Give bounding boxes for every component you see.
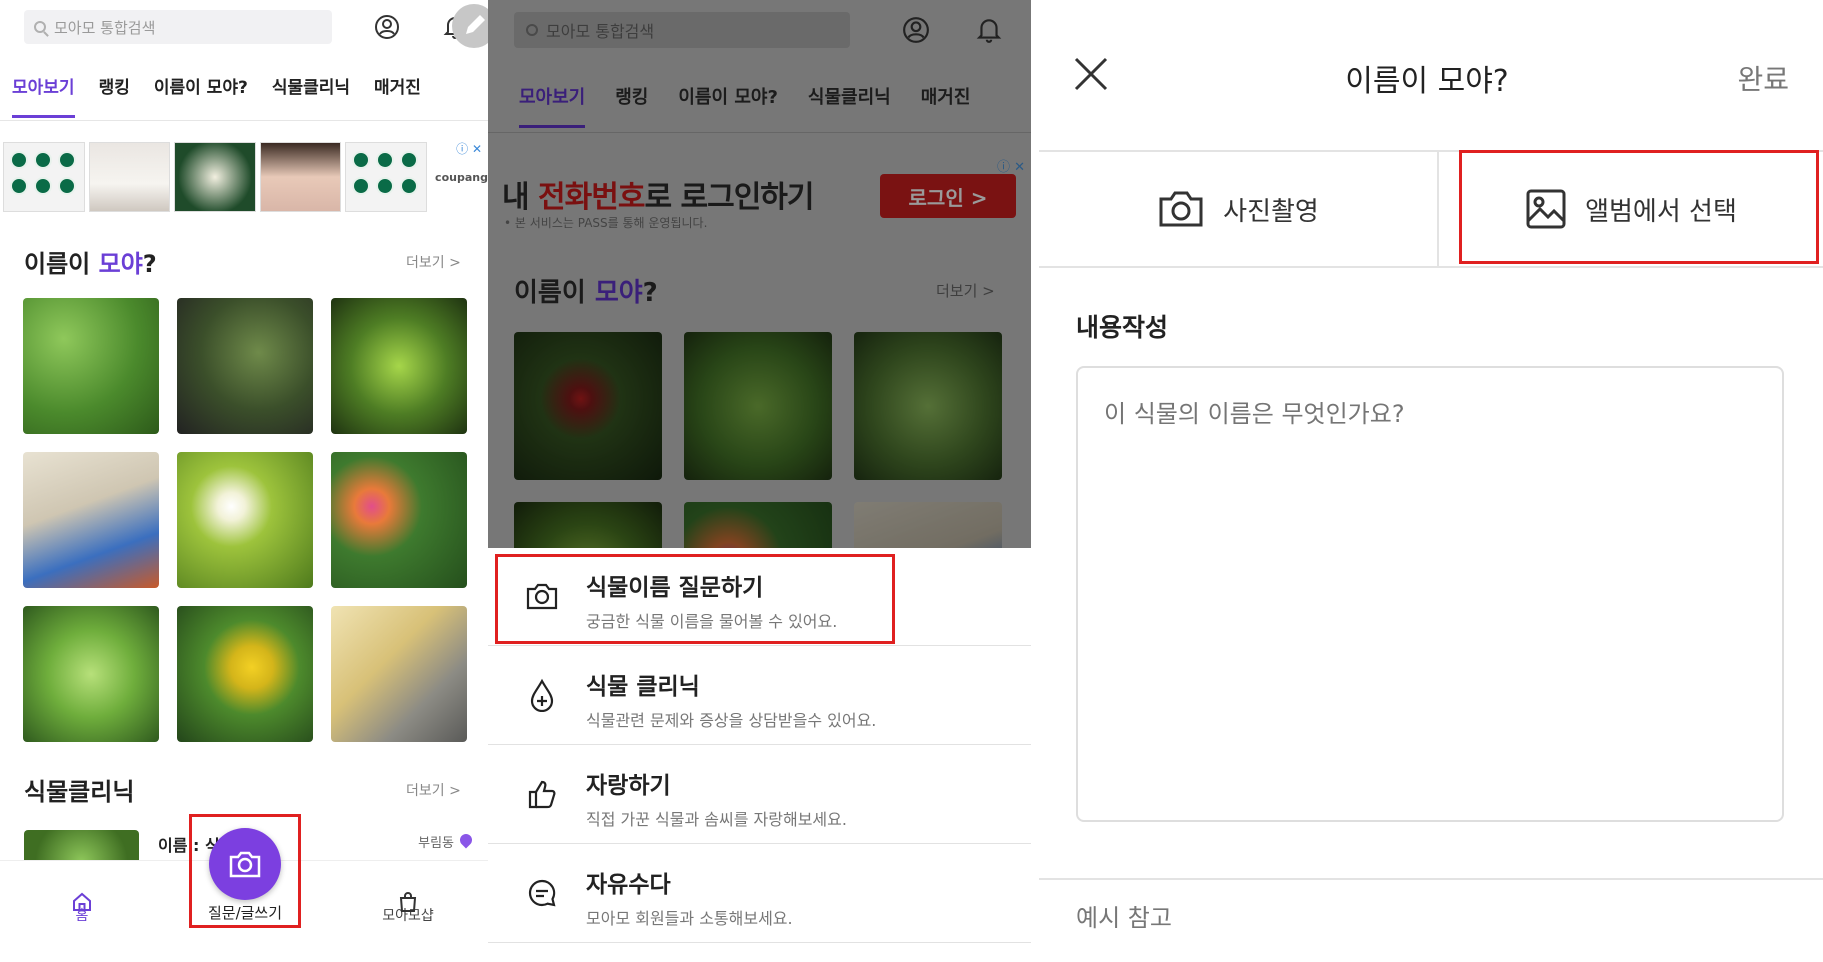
tab-magazine[interactable]: 매거진 bbox=[362, 62, 433, 120]
search-icon bbox=[34, 21, 46, 33]
nav-shop[interactable]: 모아모샵 bbox=[348, 875, 468, 925]
ad-product-image bbox=[174, 142, 256, 212]
profile-icon bbox=[902, 16, 930, 48]
tab-plant-clinic[interactable]: 식물클리닉 bbox=[260, 62, 362, 120]
menu-item-plant-clinic[interactable]: 식물 클리닉 식물관련 문제와 증상을 상담받을수 있어요. bbox=[488, 647, 1031, 745]
take-photo-button[interactable]: 사진촬영 bbox=[1039, 152, 1437, 266]
plant-photo[interactable] bbox=[331, 298, 467, 434]
plant-photo[interactable] bbox=[23, 606, 159, 742]
plant-photo[interactable] bbox=[331, 452, 467, 588]
drop-plus-icon bbox=[524, 677, 560, 713]
chat-icon bbox=[524, 875, 560, 911]
home-screen: 모아모 통합검색 모아보기 랭킹 이름이 모야? 식물클리닉 매거진 coupa… bbox=[0, 0, 488, 962]
tab-magazine: 매거진 bbox=[920, 87, 971, 108]
tab-ranking: 랭킹 bbox=[615, 87, 649, 108]
pencil-icon bbox=[466, 15, 485, 34]
menu-item-title: 자랑하기 bbox=[586, 773, 671, 799]
tab-ranking[interactable]: 랭킹 bbox=[87, 62, 142, 120]
content-textarea[interactable] bbox=[1076, 366, 1784, 822]
example-reference-link[interactable]: 예시 참고 bbox=[1076, 898, 1172, 933]
clinic-location: 부림동 bbox=[418, 836, 454, 851]
ad-info-icon[interactable]: ⓘ ✕ bbox=[456, 140, 482, 157]
section-title-name-question: 이름이 모야? bbox=[24, 250, 157, 278]
plant-photo[interactable] bbox=[177, 606, 313, 742]
location-pin-icon bbox=[457, 831, 474, 849]
top-tabs: 모아보기 랭킹 이름이 모야? 식물클리닉 매거진 bbox=[504, 72, 985, 132]
thumbs-up-icon bbox=[524, 776, 560, 812]
plant-photo[interactable] bbox=[331, 606, 467, 742]
tab-name-question: 이름이 모야? bbox=[678, 87, 778, 108]
plant-photo bbox=[684, 332, 832, 480]
search-placeholder: 모아모 통합검색 bbox=[54, 18, 156, 37]
divider bbox=[1039, 878, 1823, 880]
tab-moabogi[interactable]: 모아보기 bbox=[0, 62, 87, 120]
ad-product-image bbox=[345, 142, 428, 212]
tab-moabogi: 모아보기 bbox=[504, 72, 600, 132]
divider bbox=[0, 120, 488, 121]
highlight-box bbox=[495, 554, 895, 644]
highlight-box bbox=[1459, 150, 1819, 264]
edit-fab[interactable] bbox=[452, 4, 488, 48]
section-title-clinic: 식물클리닉 bbox=[24, 778, 135, 806]
dimmed-overlay[interactable]: 모아모 통합검색 모아보기 랭킹 이름이 모야? 식물클리닉 매거진 ⓘ ✕ 내… bbox=[488, 0, 1031, 650]
plant-photo[interactable] bbox=[177, 298, 313, 434]
ad-subtext: • 본 서비스는 PASS를 통해 운영됩니다. bbox=[504, 216, 708, 230]
plant-photo[interactable] bbox=[23, 298, 159, 434]
ad-product-image bbox=[259, 142, 342, 212]
photo-grid bbox=[23, 298, 470, 742]
plant-photo bbox=[854, 332, 1002, 480]
search-placeholder: 모아모 통합검색 bbox=[546, 22, 655, 41]
nav-home[interactable]: 홈 bbox=[22, 875, 142, 925]
take-photo-label: 사진촬영 bbox=[1223, 196, 1319, 227]
plant-photo bbox=[514, 332, 662, 480]
bell-icon bbox=[976, 16, 1002, 48]
ad-headline: 내 전화번호로 로그인하기 bbox=[502, 180, 815, 215]
menu-item-title: 식물 클리닉 bbox=[586, 674, 700, 700]
more-link: 더보기 > bbox=[936, 282, 995, 300]
camera-icon bbox=[1159, 191, 1203, 227]
clinic-thumbnail bbox=[24, 830, 139, 862]
ad-info-icon: ⓘ ✕ bbox=[996, 160, 1025, 175]
tab-plant-clinic: 식물클리닉 bbox=[807, 87, 891, 108]
write-menu-screen: 모아모 통합검색 모아보기 랭킹 이름이 모야? 식물클리닉 매거진 ⓘ ✕ 내… bbox=[488, 0, 1031, 962]
page-title: 이름이 모야? bbox=[1345, 64, 1509, 99]
highlight-box bbox=[189, 814, 301, 928]
menu-item-show-off[interactable]: 자랑하기 직접 가꾼 식물과 솜씨를 자랑해보세요. bbox=[488, 746, 1031, 844]
menu-item-free-talk[interactable]: 자유수다 모아모 회원들과 소통해보세요. bbox=[488, 845, 1031, 943]
menu-item-subtitle: 모아모 회원들과 소통해보세요. bbox=[586, 909, 793, 928]
ad-login-button: 로그인 > bbox=[880, 174, 1016, 218]
ad-brand: coupang bbox=[435, 170, 488, 184]
menu-item-title: 자유수다 bbox=[586, 872, 671, 898]
shopping-bag-icon bbox=[399, 892, 417, 912]
name-question-compose-screen: 이름이 모야? 완료 사진촬영 앨범에서 선택 내용작성 예시 참고 bbox=[1031, 0, 1823, 962]
search-input: 모아모 통합검색 bbox=[514, 12, 850, 48]
search-input[interactable]: 모아모 통합검색 bbox=[24, 10, 332, 44]
section-title-name-question: 이름이 모야? bbox=[514, 278, 658, 308]
done-button[interactable]: 완료 bbox=[1737, 58, 1789, 98]
ad-banner[interactable]: coupang bbox=[0, 140, 488, 214]
more-link[interactable]: 더보기 > bbox=[406, 252, 461, 272]
home-icon bbox=[73, 892, 91, 911]
plant-photo[interactable] bbox=[177, 452, 313, 588]
top-tabs: 모아보기 랭킹 이름이 모야? 식물클리닉 매거진 bbox=[0, 62, 433, 120]
tab-name-question[interactable]: 이름이 모야? bbox=[142, 62, 260, 120]
divider bbox=[1039, 266, 1823, 268]
profile-icon[interactable] bbox=[372, 12, 402, 42]
content-label: 내용작성 bbox=[1076, 313, 1169, 342]
divider bbox=[488, 132, 1031, 133]
menu-item-subtitle: 직접 가꾼 식물과 솜씨를 자랑해보세요. bbox=[586, 810, 847, 829]
more-link[interactable]: 더보기 > bbox=[406, 780, 461, 800]
ad-product-image bbox=[88, 142, 171, 212]
ad-product-image bbox=[3, 142, 85, 212]
plant-photo[interactable] bbox=[23, 452, 159, 588]
search-icon bbox=[526, 24, 538, 36]
menu-item-subtitle: 식물관련 문제와 증상을 상담받을수 있어요. bbox=[586, 711, 877, 730]
